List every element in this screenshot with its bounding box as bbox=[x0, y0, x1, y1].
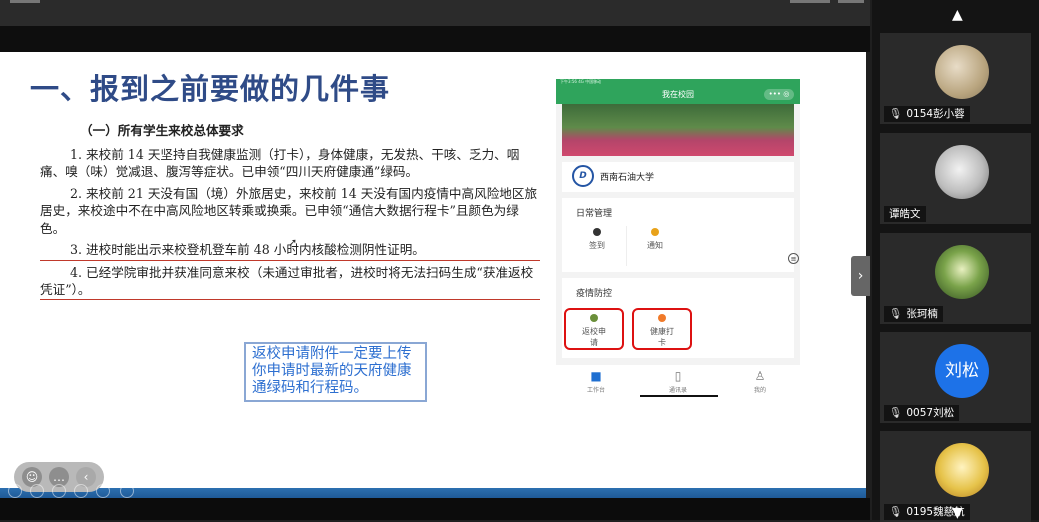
tab-mine-label: 我的 bbox=[753, 387, 766, 394]
phone-tab-bar: ■ 工作台 ▯ 通讯录 ♙ 我的 bbox=[556, 365, 800, 399]
phone-screenshot: 下午3:56 4G 中国移动 我在校园 ••• ◎ D 西南石油大学 日常管理 … bbox=[556, 79, 800, 399]
participant-name: 谭皓文 bbox=[884, 206, 926, 222]
participant-tile[interactable]: 谭皓文 bbox=[880, 133, 1031, 224]
mic-muted-icon: 🎙 bbox=[889, 407, 903, 419]
collapse-panel-button[interactable]: › bbox=[851, 256, 870, 296]
health-checkin-label-1: 健康打 bbox=[650, 327, 674, 336]
toolbar-hint-left bbox=[10, 0, 40, 3]
person-icon: ♙ bbox=[754, 369, 766, 383]
section-heading: （一）所有学生来校总体要求 bbox=[80, 123, 244, 138]
requirement-2: 2. 来校前 21 天没有国（境）外旅居史，来校前 14 天没有国内疫情中高风险… bbox=[40, 185, 538, 236]
requirement-4: 4. 已经学院审批并获准同意来校（未通过审批者，进校时将无法扫码生成“获准返校凭… bbox=[40, 264, 540, 300]
slide-title: 一、报到之前要做的几件事 bbox=[30, 72, 391, 106]
tab-mine: ♙ 我的 bbox=[730, 369, 790, 394]
notice-tile: 通知 bbox=[630, 228, 680, 268]
ghost-control-icon bbox=[52, 484, 66, 498]
tab-contacts: ▯ 通讯录 bbox=[648, 369, 708, 394]
participant-name: 🎙 0057刘松 bbox=[884, 405, 960, 421]
return-application-tile: 返校申 请 bbox=[564, 308, 624, 350]
school-card: D 西南石油大学 bbox=[562, 162, 794, 192]
participant-name: 🎙 0154彭小蓉 bbox=[884, 106, 970, 122]
avatar bbox=[935, 145, 989, 199]
ghost-control-icon bbox=[30, 484, 44, 498]
epidemic-control-title: 疫情防控 bbox=[576, 289, 613, 299]
participant-tile[interactable]: 🎙 张珂楠 bbox=[880, 233, 1031, 324]
checkin-tile: 签到 bbox=[572, 228, 622, 268]
requirement-1: 1. 来校前 14 天坚持自我健康监测（打卡），身体健康，无发热、干咳、乏力、咽… bbox=[40, 146, 520, 180]
ghost-control-icon bbox=[120, 484, 134, 498]
toolbar-hint-right-1 bbox=[790, 0, 830, 3]
tab-workbench-label: 工作台 bbox=[586, 387, 605, 394]
checkin-icon bbox=[593, 228, 601, 236]
ghost-control-icon bbox=[8, 484, 22, 498]
slide-header-strip bbox=[0, 26, 870, 52]
contacts-icon: ▯ bbox=[674, 369, 682, 383]
window-bottom-bar bbox=[0, 498, 870, 520]
campus-banner-image bbox=[562, 104, 794, 156]
miniapp-capsule-icon: ••• ◎ bbox=[764, 89, 794, 100]
toolbar-hint-right-2 bbox=[838, 0, 864, 3]
notice-icon bbox=[651, 228, 659, 236]
health-checkin-tile: 健康打 卡 bbox=[632, 308, 692, 350]
mic-muted-icon: 🎙 bbox=[889, 308, 903, 320]
home-indicator bbox=[640, 395, 718, 397]
epidemic-control-card: 疫情防控 返校申 请 健康打 卡 bbox=[562, 278, 794, 358]
mic-muted-icon: 🎙 bbox=[889, 506, 903, 518]
school-logo-icon: D bbox=[572, 165, 594, 187]
shared-slide: 一、报到之前要做的几件事 （一）所有学生来校总体要求 1. 来校前 14 天坚持… bbox=[0, 52, 866, 490]
daily-management-title: 日常管理 bbox=[576, 209, 613, 219]
avatar bbox=[935, 45, 989, 99]
health-checkin-label-2: 卡 bbox=[658, 338, 666, 347]
notice-label: 通知 bbox=[647, 241, 663, 250]
school-name: 西南石油大学 bbox=[600, 173, 655, 183]
ghost-control-icon bbox=[74, 484, 88, 498]
tile-divider bbox=[626, 226, 627, 266]
participant-tile[interactable]: 🎙 0154彭小蓉 bbox=[880, 33, 1031, 124]
phone-nav-title: 我在校园 bbox=[662, 90, 694, 99]
workbench-icon: ■ bbox=[590, 369, 602, 383]
return-application-icon bbox=[590, 314, 598, 322]
scroll-down-icon[interactable]: ▼ bbox=[952, 506, 963, 520]
mic-muted-icon: 🎙 bbox=[889, 108, 903, 120]
annotation-note: 返校申请附件一定要上传你申请时最新的天府健康通绿码和行程码。 bbox=[244, 342, 427, 402]
daily-management-card: 日常管理 签到 通知 bbox=[562, 198, 794, 272]
slide-body: （一）所有学生来校总体要求 1. 来校前 14 天坚持自我健康监测（打卡），身体… bbox=[40, 122, 540, 304]
ghost-control-icon bbox=[96, 484, 110, 498]
avatar bbox=[935, 245, 989, 299]
tab-contacts-label: 通讯录 bbox=[668, 387, 687, 394]
checkin-label: 签到 bbox=[589, 241, 605, 250]
avatar: 刘松 bbox=[935, 344, 989, 398]
participant-tile[interactable]: 刘松 🎙 0057刘松 bbox=[880, 332, 1031, 423]
mouse-cursor-icon: ➚ bbox=[288, 236, 298, 249]
health-checkin-icon bbox=[658, 314, 666, 322]
avatar bbox=[935, 443, 989, 497]
return-application-label-1: 返校申 bbox=[582, 327, 606, 336]
phone-nav-bar: 我在校园 ••• ◎ bbox=[556, 85, 800, 104]
scroll-up-icon[interactable]: ▲ bbox=[952, 8, 963, 22]
window-top-bar bbox=[0, 0, 870, 26]
side-menu-icon: ≡ bbox=[788, 253, 799, 264]
participant-name: 🎙 张珂楠 bbox=[884, 306, 943, 322]
return-application-label-2: 请 bbox=[590, 338, 598, 347]
tab-workbench: ■ 工作台 bbox=[566, 369, 626, 394]
participant-panel: ▲ 🎙 0154彭小蓉 谭皓文 🎙 张珂楠 刘松 🎙 0057刘松 🎙 0195魏慈航 … bbox=[872, 0, 1039, 522]
